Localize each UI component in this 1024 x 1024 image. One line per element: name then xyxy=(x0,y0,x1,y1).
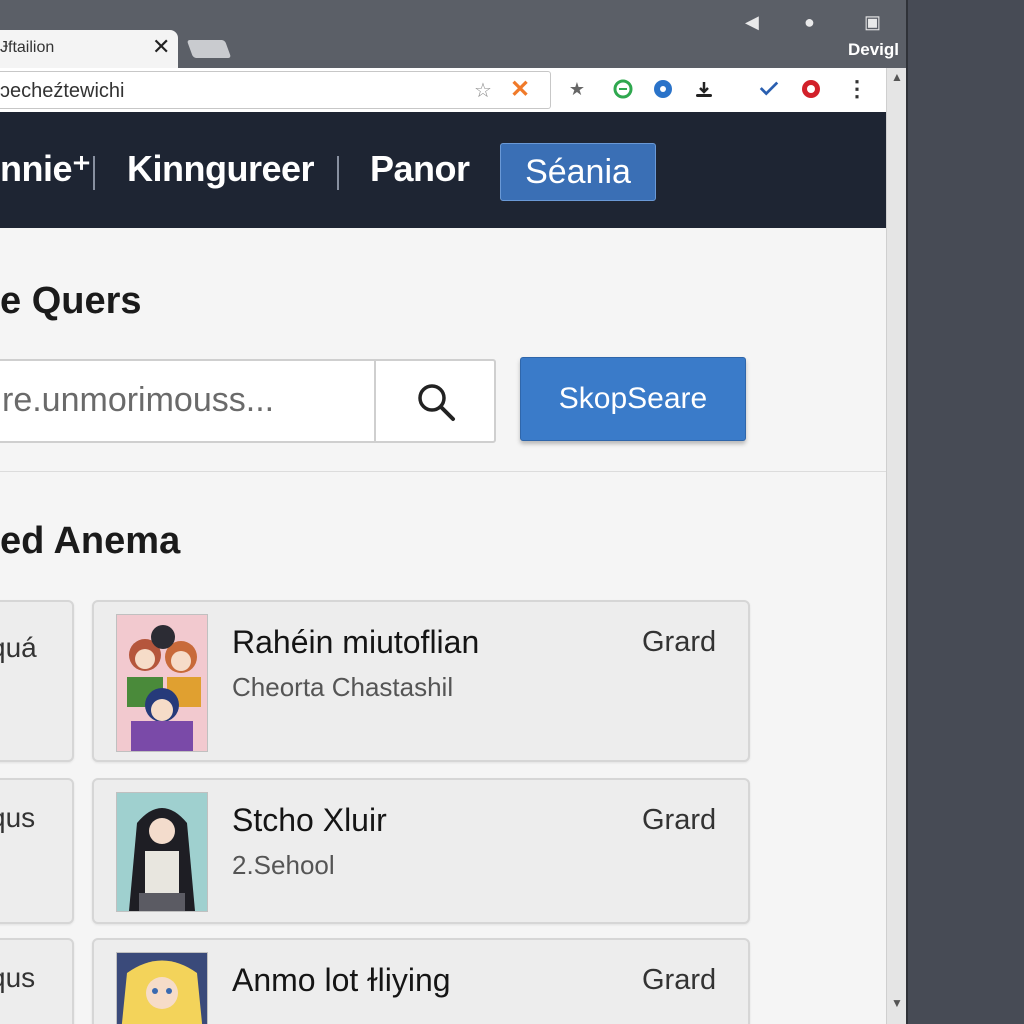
nav-item-kinngureer[interactable]: Kinngureer xyxy=(127,148,315,190)
list-item-label: qus xyxy=(0,962,36,993)
anime-title[interactable]: Rahéin miutoflian xyxy=(232,624,479,661)
extension-check-icon[interactable] xyxy=(758,78,780,100)
address-bar[interactable]: ɔecheźtewichi ☆ ✕ xyxy=(0,71,551,109)
list-item-label: quá xyxy=(0,632,37,663)
anime-title[interactable]: Stcho Xluir xyxy=(232,802,387,839)
search-icon-button[interactable] xyxy=(374,361,496,441)
list-item-label: qus xyxy=(0,802,36,833)
tab-title: Ɉftailion xyxy=(0,39,55,56)
nav-item-active[interactable]: Séania xyxy=(500,143,656,201)
search-input[interactable]: re.unmorimouss... xyxy=(0,359,496,443)
scroll-up-icon[interactable]: ▲ xyxy=(891,70,903,84)
tab-strip: Ɉftailion ✕ ◀ ● ▣ Devigl xyxy=(0,0,906,68)
results-heading: ed Anema xyxy=(0,520,181,562)
extension-chat-icon[interactable] xyxy=(612,78,634,100)
extension-info-icon[interactable] xyxy=(652,78,674,100)
url-text[interactable]: ɔecheźtewichi xyxy=(0,80,125,103)
profile-icon[interactable]: ● xyxy=(804,12,815,33)
list-item[interactable]: qus xyxy=(0,938,74,1024)
anime-subtitle: 2.Sehool xyxy=(232,850,335,880)
nav-item-panor[interactable]: Panor xyxy=(370,148,470,190)
search-heading: e Quers xyxy=(0,280,142,322)
extension-record-icon[interactable] xyxy=(800,78,822,100)
extension-download-icon[interactable] xyxy=(693,78,715,100)
anime-card[interactable]: Rahéin miutoflian Cheorta Chastashil Gra… xyxy=(92,600,750,762)
browser-window: Ɉftailion ✕ ◀ ● ▣ Devigl ɔecheźtewichi ☆… xyxy=(0,0,908,1024)
bookmarks-star-icon[interactable]: ★ xyxy=(566,78,588,100)
new-tab-button[interactable] xyxy=(186,40,232,58)
cast-icon[interactable]: ◀ xyxy=(745,12,759,33)
window-maximize-icon[interactable]: ▣ xyxy=(864,12,881,33)
scroll-down-icon[interactable]: ▼ xyxy=(891,996,903,1010)
bookmark-star-icon[interactable]: ☆ xyxy=(474,78,492,103)
page-scrollbar[interactable]: ▲ ▼ xyxy=(886,68,906,1024)
list-item[interactable]: qus xyxy=(0,778,74,924)
anime-tag: Grard xyxy=(642,964,717,996)
anime-card[interactable]: Stcho Xluir 2.Sehool Grard xyxy=(92,778,750,924)
anime-thumbnail[interactable] xyxy=(116,952,208,1024)
search-icon xyxy=(418,384,455,421)
tab-close-icon[interactable]: ✕ xyxy=(152,34,170,60)
stop-loading-icon[interactable]: ✕ xyxy=(510,75,530,104)
list-item[interactable]: quá xyxy=(0,600,74,762)
section-divider xyxy=(0,471,886,472)
nav-item-home[interactable]: nnie⁺ xyxy=(0,148,91,190)
desktop-background xyxy=(908,0,1024,1024)
nav-separator xyxy=(93,156,95,190)
anime-tag: Grard xyxy=(642,626,717,658)
anime-card[interactable]: Anmo lot ɫliying Grard xyxy=(92,938,750,1024)
main-content: e Quers re.unmorimouss... SkopSeare ed A… xyxy=(0,228,886,1024)
browser-toolbar: ɔecheźtewichi ☆ ✕ ★ ⋮ xyxy=(0,68,886,113)
nav-separator xyxy=(337,156,339,190)
search-button[interactable]: SkopSeare xyxy=(520,357,746,441)
browser-tab[interactable]: Ɉftailion ✕ xyxy=(0,30,178,68)
search-placeholder[interactable]: re.unmorimouss... xyxy=(2,381,274,420)
anime-title[interactable]: Anmo lot ɫliying xyxy=(232,962,451,999)
site-navigation: nnie⁺ Kinngureer Panor Séania xyxy=(0,112,886,228)
device-label: Devigl xyxy=(848,40,900,59)
anime-tag: Grard xyxy=(642,804,717,836)
browser-menu-icon[interactable]: ⋮ xyxy=(846,76,868,101)
anime-thumbnail[interactable] xyxy=(116,792,208,912)
anime-subtitle: Cheorta Chastashil xyxy=(232,672,454,702)
anime-thumbnail[interactable] xyxy=(116,614,208,752)
